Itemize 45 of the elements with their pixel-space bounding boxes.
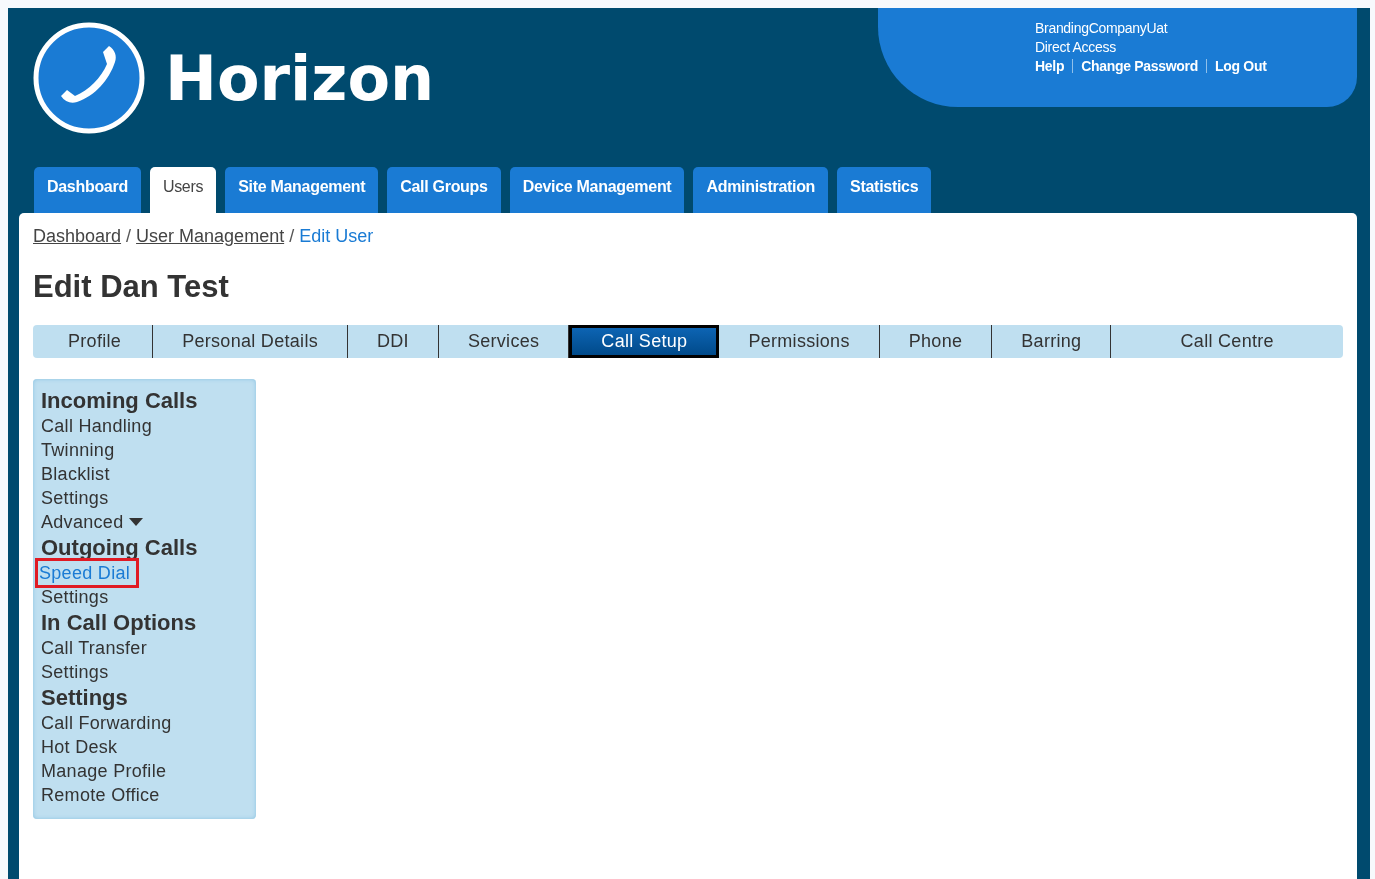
breadcrumb-current: Edit User <box>299 226 374 247</box>
menu-link[interactable]: Settings <box>41 486 109 510</box>
section-tab[interactable]: Call Setup <box>569 325 720 358</box>
phone-logo-icon <box>33 22 145 134</box>
menu-heading: In Call Options <box>41 609 197 636</box>
nav-tab[interactable]: Statistics <box>837 167 932 213</box>
menu-dropdown[interactable]: Advanced <box>41 510 145 534</box>
menu-heading: Settings <box>41 684 128 711</box>
account-link[interactable]: Log Out <box>1215 58 1267 74</box>
menu-link[interactable]: Twinning <box>41 438 115 462</box>
menu-heading: Incoming Calls <box>41 387 198 414</box>
nav-tab[interactable]: Dashboard <box>34 167 141 213</box>
section-tab[interactable]: DDI <box>348 325 439 358</box>
nav-tab[interactable]: Administration <box>693 167 829 213</box>
menu-link[interactable]: Settings <box>41 585 109 609</box>
section-tab[interactable]: Barring <box>992 325 1112 358</box>
breadcrumb-separator: / <box>126 226 132 247</box>
nav-tab[interactable]: Users <box>149 167 217 213</box>
breadcrumb-link[interactable]: Dashboard <box>33 226 122 247</box>
section-tab[interactable]: Permissions <box>719 325 880 358</box>
section-tab[interactable]: Personal Details <box>153 325 348 358</box>
nav-tab[interactable]: Site Management <box>225 167 379 213</box>
menu-link[interactable]: Remote Office <box>41 783 160 807</box>
section-tab[interactable]: Call Centre <box>1111 325 1343 358</box>
access-level: Direct Access <box>1035 39 1117 55</box>
nav-tab[interactable]: Call Groups <box>387 167 501 213</box>
menu-link[interactable]: Call Forwarding <box>41 711 172 735</box>
breadcrumb-link[interactable]: User Management <box>136 226 285 247</box>
menu-heading: Outgoing Calls <box>41 534 198 561</box>
menu-link[interactable]: Hot Desk <box>41 735 118 759</box>
account-link[interactable]: Change Password <box>1081 58 1198 74</box>
nav-tab[interactable]: Device Management <box>509 167 685 213</box>
breadcrumb-separator: / <box>289 226 295 247</box>
menu-link[interactable]: Manage Profile <box>41 759 167 783</box>
menu-link[interactable]: Call Handling <box>41 414 152 438</box>
caret-icon <box>128 517 145 527</box>
menu-link[interactable]: Settings <box>41 660 109 684</box>
menu-link[interactable]: Call Transfer <box>41 636 147 660</box>
brand-name: Horizon <box>165 41 435 115</box>
page-title: Edit Dan Test <box>33 269 229 305</box>
account-link[interactable]: Help <box>1035 58 1065 74</box>
company-name: BrandingCompanyUat <box>1035 20 1169 36</box>
menu-link[interactable]: Blacklist <box>41 462 110 486</box>
section-tab[interactable]: Profile <box>33 325 154 358</box>
section-tab[interactable]: Phone <box>879 325 993 358</box>
